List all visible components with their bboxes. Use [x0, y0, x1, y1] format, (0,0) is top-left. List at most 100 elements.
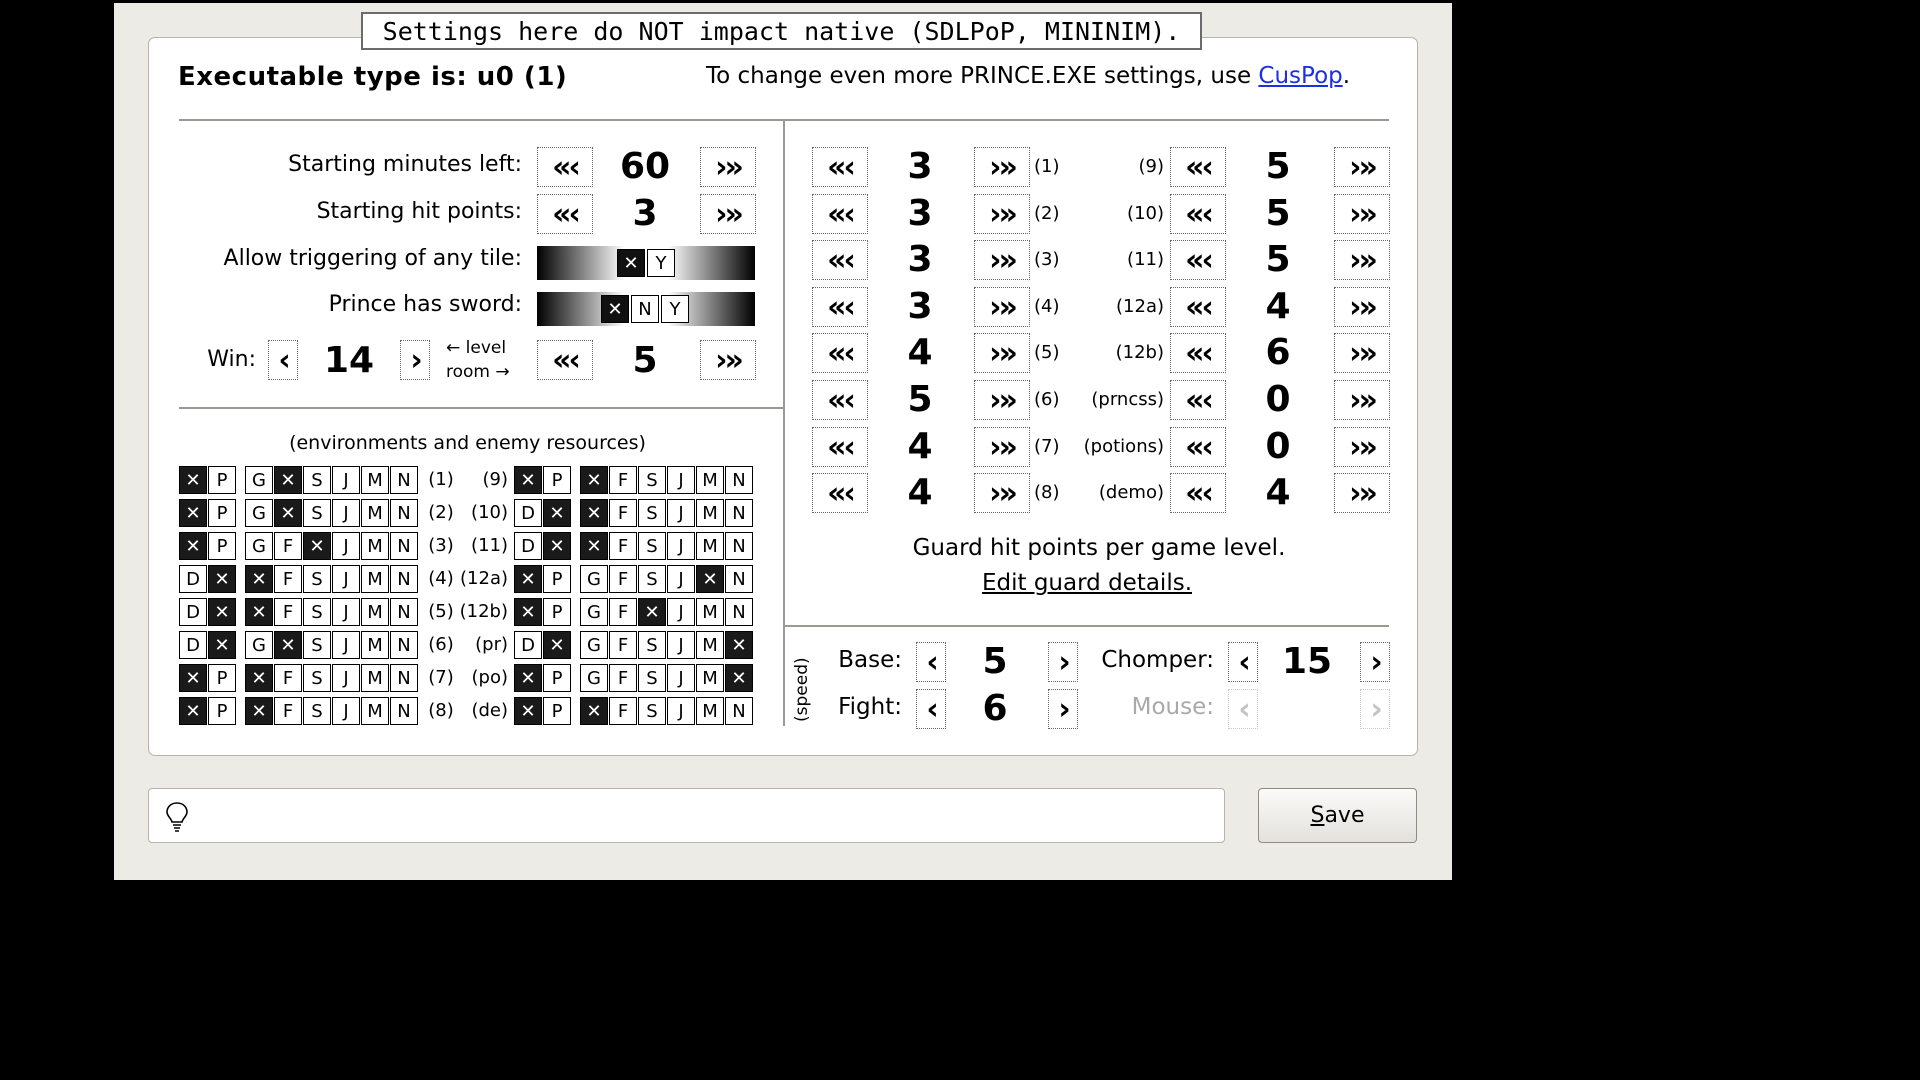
env-right-row-4-d[interactable]: ✕ — [514, 565, 542, 593]
win-room-increase-more-button[interactable]: ›» — [700, 340, 756, 380]
env-left-row-2-d[interactable]: ✕ — [179, 499, 207, 527]
env-right-row-2-d[interactable]: D — [514, 499, 542, 527]
env-right-row-4-g[interactable]: G — [580, 565, 608, 593]
env-left-row-8-j[interactable]: J — [332, 697, 360, 725]
guard-right-increase-button[interactable]: ›» — [1334, 194, 1390, 234]
env-left-row-2-p[interactable]: P — [208, 499, 236, 527]
guard-left-increase-button[interactable]: ›» — [974, 147, 1030, 187]
env-right-row-8-j[interactable]: J — [667, 697, 695, 725]
env-right-row-8-n[interactable]: N — [725, 697, 753, 725]
env-left-row-6-d[interactable]: D — [179, 631, 207, 659]
env-right-row-1-f[interactable]: F — [609, 466, 637, 494]
env-right-row-8-f[interactable]: F — [609, 697, 637, 725]
env-left-row-4-g[interactable]: ✕ — [245, 565, 273, 593]
guard-left-increase-button[interactable]: ›» — [974, 194, 1030, 234]
env-left-row-6-n[interactable]: N — [390, 631, 418, 659]
win-room-decrease-more-button[interactable]: «‹ — [537, 340, 593, 380]
env-right-row-7-f[interactable]: F — [609, 664, 637, 692]
guard-right-decrease-button[interactable]: «‹ — [1170, 287, 1226, 327]
env-left-row-7-m[interactable]: M — [361, 664, 389, 692]
env-right-row-2-n[interactable]: N — [725, 499, 753, 527]
env-left-row-6-f[interactable]: ✕ — [274, 631, 302, 659]
env-right-row-3-g[interactable]: ✕ — [580, 532, 608, 560]
env-right-row-8-m[interactable]: M — [696, 697, 724, 725]
env-right-row-5-j[interactable]: J — [667, 598, 695, 626]
env-left-row-8-n[interactable]: N — [390, 697, 418, 725]
env-left-row-2-n[interactable]: N — [390, 499, 418, 527]
env-right-row-5-m[interactable]: M — [696, 598, 724, 626]
env-left-row-8-g[interactable]: ✕ — [245, 697, 273, 725]
guard-right-increase-button[interactable]: ›» — [1334, 147, 1390, 187]
env-left-row-1-g[interactable]: G — [245, 466, 273, 494]
env-right-row-1-j[interactable]: J — [667, 466, 695, 494]
sword-off-option[interactable]: ✕ — [601, 295, 629, 323]
env-left-row-4-f[interactable]: F — [274, 565, 302, 593]
guard-right-decrease-button[interactable]: «‹ — [1170, 380, 1226, 420]
fight-speed-increase-button[interactable]: › — [1048, 689, 1078, 729]
guard-right-decrease-button[interactable]: «‹ — [1170, 427, 1226, 467]
env-left-row-4-p[interactable]: ✕ — [208, 565, 236, 593]
env-left-row-5-m[interactable]: M — [361, 598, 389, 626]
guard-right-increase-button[interactable]: ›» — [1334, 287, 1390, 327]
guard-right-decrease-button[interactable]: «‹ — [1170, 333, 1226, 373]
guard-right-decrease-button[interactable]: «‹ — [1170, 194, 1226, 234]
minutes-decrease-more-button[interactable]: «‹ — [537, 147, 593, 187]
env-right-row-4-f[interactable]: F — [609, 565, 637, 593]
env-left-row-2-s[interactable]: S — [303, 499, 331, 527]
save-button[interactable]: Save — [1258, 788, 1417, 843]
hp-decrease-more-button[interactable]: «‹ — [537, 194, 593, 234]
env-left-row-1-f[interactable]: ✕ — [274, 466, 302, 494]
env-left-row-1-s[interactable]: S — [303, 466, 331, 494]
env-left-row-6-s[interactable]: S — [303, 631, 331, 659]
env-right-row-3-p[interactable]: ✕ — [543, 532, 571, 560]
guard-left-increase-button[interactable]: ›» — [974, 427, 1030, 467]
env-left-row-4-s[interactable]: S — [303, 565, 331, 593]
env-left-row-3-p[interactable]: P — [208, 532, 236, 560]
env-left-row-6-m[interactable]: M — [361, 631, 389, 659]
env-right-row-8-s[interactable]: S — [638, 697, 666, 725]
env-right-row-5-p[interactable]: P — [543, 598, 571, 626]
env-left-row-1-n[interactable]: N — [390, 466, 418, 494]
env-right-row-7-s[interactable]: S — [638, 664, 666, 692]
env-left-row-3-g[interactable]: G — [245, 532, 273, 560]
cuspop-link[interactable]: CusPop — [1258, 63, 1342, 89]
env-left-row-7-f[interactable]: F — [274, 664, 302, 692]
env-right-row-6-g[interactable]: G — [580, 631, 608, 659]
guard-right-increase-button[interactable]: ›» — [1334, 240, 1390, 280]
guard-left-increase-button[interactable]: ›» — [974, 287, 1030, 327]
env-left-row-4-n[interactable]: N — [390, 565, 418, 593]
env-left-row-3-s[interactable]: ✕ — [303, 532, 331, 560]
env-left-row-1-p[interactable]: P — [208, 466, 236, 494]
env-left-row-6-g[interactable]: G — [245, 631, 273, 659]
guard-right-increase-button[interactable]: ›» — [1334, 380, 1390, 420]
fight-speed-decrease-button[interactable]: ‹ — [916, 689, 946, 729]
guard-left-decrease-button[interactable]: «‹ — [812, 473, 868, 513]
env-right-row-2-s[interactable]: S — [638, 499, 666, 527]
env-left-row-2-m[interactable]: M — [361, 499, 389, 527]
env-right-row-7-p[interactable]: P — [543, 664, 571, 692]
env-right-row-4-n[interactable]: N — [725, 565, 753, 593]
env-right-row-1-d[interactable]: ✕ — [514, 466, 542, 494]
env-right-row-7-j[interactable]: J — [667, 664, 695, 692]
env-right-row-5-n[interactable]: N — [725, 598, 753, 626]
env-right-row-3-n[interactable]: N — [725, 532, 753, 560]
env-left-row-7-g[interactable]: ✕ — [245, 664, 273, 692]
env-right-row-5-f[interactable]: F — [609, 598, 637, 626]
base-speed-decrease-button[interactable]: ‹ — [916, 642, 946, 682]
guard-left-decrease-button[interactable]: «‹ — [812, 333, 868, 373]
env-left-row-3-j[interactable]: J — [332, 532, 360, 560]
guard-left-decrease-button[interactable]: «‹ — [812, 287, 868, 327]
env-right-row-3-d[interactable]: D — [514, 532, 542, 560]
env-right-row-1-s[interactable]: S — [638, 466, 666, 494]
env-left-row-8-p[interactable]: P — [208, 697, 236, 725]
env-left-row-6-p[interactable]: ✕ — [208, 631, 236, 659]
guard-right-decrease-button[interactable]: «‹ — [1170, 473, 1226, 513]
env-right-row-2-p[interactable]: ✕ — [543, 499, 571, 527]
guard-left-increase-button[interactable]: ›» — [974, 333, 1030, 373]
env-left-row-5-p[interactable]: ✕ — [208, 598, 236, 626]
env-left-row-3-f[interactable]: F — [274, 532, 302, 560]
env-right-row-6-m[interactable]: M — [696, 631, 724, 659]
env-left-row-7-j[interactable]: J — [332, 664, 360, 692]
env-left-row-5-n[interactable]: N — [390, 598, 418, 626]
env-left-row-5-j[interactable]: J — [332, 598, 360, 626]
